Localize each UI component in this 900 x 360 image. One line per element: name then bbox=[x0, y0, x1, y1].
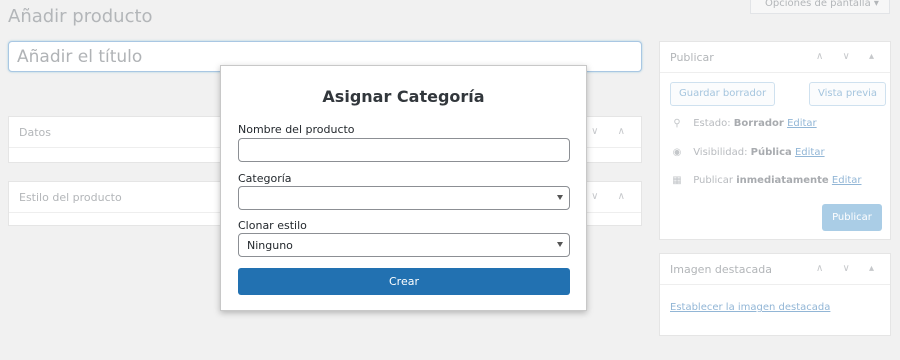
status-value: Borrador bbox=[733, 118, 784, 129]
schedule-value: inmediatamente bbox=[736, 175, 829, 186]
chevron-down-icon bbox=[557, 195, 563, 200]
screen-options-button[interactable]: Opciones de pantalla ▾ bbox=[750, 0, 890, 14]
status-edit-link[interactable]: Editar bbox=[787, 118, 817, 129]
category-select[interactable] bbox=[238, 186, 570, 210]
clone-style-select[interactable]: Ninguno bbox=[238, 233, 570, 257]
visibility-value: Pública bbox=[750, 147, 792, 158]
featured-image-arrows[interactable]: ∧ ∨ ▴ bbox=[816, 263, 882, 274]
eye-icon: ◉ bbox=[672, 147, 682, 158]
clone-style-label: Clonar estilo bbox=[238, 219, 307, 232]
modal-title: Asignar Categoría bbox=[322, 87, 485, 106]
page-title: Añadir producto bbox=[8, 6, 153, 27]
pin-icon: ⚲ bbox=[673, 118, 681, 129]
featured-image-box: Imagen destacada ∧ ∨ ▴ Establecer la ima… bbox=[659, 253, 891, 336]
clone-style-value: Ninguno bbox=[247, 239, 293, 252]
chevron-down-icon bbox=[557, 242, 563, 247]
publish-box-title: Publicar bbox=[670, 51, 714, 64]
estilo-box-arrows[interactable]: ∨ ∧ bbox=[591, 191, 633, 202]
preview-button[interactable]: Vista previa bbox=[809, 82, 887, 106]
product-name-input[interactable] bbox=[238, 138, 570, 162]
publish-button[interactable]: Publicar bbox=[822, 204, 882, 231]
schedule-label: Publicar bbox=[693, 175, 734, 186]
product-name-label: Nombre del producto bbox=[238, 123, 355, 136]
save-draft-button[interactable]: Guardar borrador bbox=[670, 82, 776, 106]
publish-box: Publicar ∧ ∨ ▴ Guardar borrador Vista pr… bbox=[659, 41, 891, 240]
category-label: Categoría bbox=[238, 172, 292, 185]
datos-box-title: Datos bbox=[19, 126, 51, 139]
schedule-edit-link[interactable]: Editar bbox=[832, 175, 862, 186]
featured-image-title: Imagen destacada bbox=[670, 263, 772, 276]
publish-box-arrows[interactable]: ∧ ∨ ▴ bbox=[816, 51, 882, 62]
featured-image-header[interactable]: Imagen destacada ∧ ∨ ▴ bbox=[660, 254, 890, 285]
schedule-row: ▦ Publicar inmediatamente Editar bbox=[670, 175, 862, 186]
assign-category-modal: Asignar Categoría Nombre del producto Ca… bbox=[220, 65, 587, 311]
visibility-row: ◉ Visibilidad: Pública Editar bbox=[670, 147, 825, 158]
calendar-icon: ▦ bbox=[672, 175, 682, 186]
visibility-label: Visibilidad: bbox=[693, 147, 748, 158]
set-featured-image-link[interactable]: Establecer la imagen destacada bbox=[670, 302, 830, 313]
status-row: ⚲ Estado: Borrador Editar bbox=[670, 118, 817, 129]
status-label: Estado: bbox=[693, 118, 731, 129]
datos-box-arrows[interactable]: ∨ ∧ bbox=[591, 126, 633, 137]
estilo-box-title: Estilo del producto bbox=[19, 191, 122, 204]
publish-box-header[interactable]: Publicar ∧ ∨ ▴ bbox=[660, 42, 890, 73]
visibility-edit-link[interactable]: Editar bbox=[795, 147, 825, 158]
create-button[interactable]: Crear bbox=[238, 268, 570, 295]
